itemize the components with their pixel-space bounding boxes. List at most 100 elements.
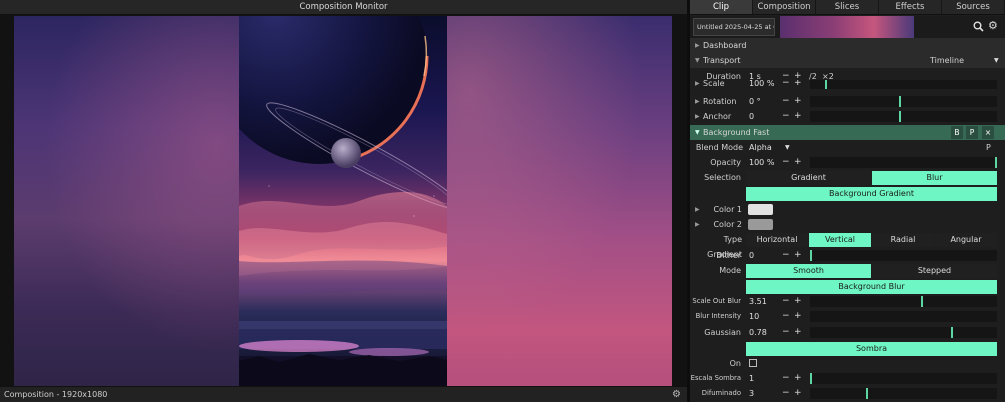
chevron-down-icon[interactable]: ▼ [785,140,790,155]
slider-thumb[interactable] [810,250,812,261]
clip-name-field[interactable]: Untitled 2025-04-25 at 01.3... [693,18,775,36]
escala-sombra-row: Escala Sombra 1 − + [690,371,1005,386]
section-background-fast[interactable]: ▼ Background Fast B P × [690,125,1005,140]
dither-slider[interactable] [810,250,997,261]
blend-param-button[interactable]: P [986,140,991,155]
anchor-value[interactable]: 0 [749,109,754,124]
slider-thumb[interactable] [951,327,953,338]
rotation-plus-button[interactable]: + [794,94,802,109]
tab-effects[interactable]: Effects [879,0,942,14]
dither-value[interactable]: 0 [749,248,754,263]
slider-thumb[interactable] [899,96,901,107]
scale-out-blur-plus-button[interactable]: + [794,294,802,309]
blur-intensity-value[interactable]: 10 [749,309,759,324]
difuminado-slider[interactable] [810,388,997,399]
difuminado-label: Difuminado [701,389,741,397]
difuminado-minus-button[interactable]: − [782,386,790,401]
search-icon[interactable] [973,21,984,32]
opacity-plus-button[interactable]: + [794,155,802,170]
monitor-footer: Composition - 1920x1080 ⚙ [0,386,687,402]
scale-out-blur-slider[interactable] [810,296,997,307]
escala-sombra-plus-button[interactable]: + [794,371,802,386]
sombra-header[interactable]: Sombra [746,342,997,356]
transport-mode-select[interactable]: Timeline [930,53,964,68]
composition-resolution: Composition - 1920x1080 [4,390,108,399]
dither-plus-button[interactable]: + [794,248,802,263]
background-gradient-header[interactable]: Background Gradient [746,187,997,201]
type-radial-option[interactable]: Radial [872,233,934,247]
blur-intensity-row: Blur Intensity 10 − + [690,309,1005,324]
dither-minus-button[interactable]: − [782,248,790,263]
gaussian-plus-button[interactable]: + [794,325,802,340]
tab-composition[interactable]: Composition [753,0,816,14]
difuminado-plus-button[interactable]: + [794,386,802,401]
selection-gradient-option[interactable]: Gradient [746,171,871,185]
anchor-slider[interactable] [810,111,997,122]
expand-icon[interactable]: ▶ [695,98,700,105]
mode-row: Mode Smooth Stepped [690,263,1005,278]
blend-mode-select[interactable]: Alpha [749,140,772,155]
escala-sombra-minus-button[interactable]: − [782,371,790,386]
selection-blur-option[interactable]: Blur [872,171,997,185]
slider-thumb[interactable] [825,80,827,89]
scale-plus-button[interactable]: + [794,80,802,90]
background-blur-header[interactable]: Background Blur [746,280,997,294]
expand-icon[interactable]: ▶ [695,113,700,120]
anchor-minus-button[interactable]: − [782,109,790,124]
slider-thumb[interactable] [995,157,997,168]
clip-thumbnail[interactable] [780,16,914,38]
type-vertical-option[interactable]: Vertical [809,233,871,247]
scale-slider[interactable] [810,80,997,89]
opacity-value[interactable]: 100 % [749,155,774,170]
on-checkbox[interactable] [749,359,757,367]
opacity-row: Opacity 100 % − + [690,155,1005,170]
section-dashboard[interactable]: ▶ Dashboard [690,38,1005,53]
bypass-button[interactable]: B [951,126,963,139]
rotation-value[interactable]: 0 ° [749,94,761,109]
remove-effect-button[interactable]: × [982,126,994,139]
gaussian-slider[interactable] [810,327,997,338]
gaussian-value[interactable]: 0.78 [749,325,767,340]
scale-minus-button[interactable]: − [782,80,790,90]
type-angular-option[interactable]: Angular [935,233,997,247]
scale-out-blur-minus-button[interactable]: − [782,294,790,309]
slider-thumb[interactable] [866,388,868,399]
slider-thumb[interactable] [921,296,923,307]
escala-sombra-slider[interactable] [810,373,997,384]
tab-slices[interactable]: Slices [816,0,879,14]
difuminado-value[interactable]: 3 [749,386,754,401]
mode-stepped-option[interactable]: Stepped [872,264,997,278]
tab-clip[interactable]: Clip [690,0,753,14]
scale-out-blur-value[interactable]: 3.51 [749,294,767,309]
composition-viewport[interactable] [14,16,672,386]
mode-smooth-option[interactable]: Smooth [746,264,871,278]
slider-thumb[interactable] [899,111,901,122]
scale-value[interactable]: 100 % [749,80,774,90]
anchor-plus-button[interactable]: + [794,109,802,124]
color1-row: ▶ Color 1 [690,202,1005,217]
opacity-slider[interactable] [810,157,997,168]
monitor-title: Composition Monitor [0,0,687,15]
rotation-label: Rotation [703,97,737,106]
parameter-button[interactable]: P [966,126,978,139]
blur-intensity-slider[interactable] [810,311,997,322]
space-artwork [239,16,447,386]
type-horizontal-option[interactable]: Horizontal [746,233,808,247]
section-transport[interactable]: ▼ Transport Timeline ▼ [690,53,1005,68]
tab-sources[interactable]: Sources [942,0,1005,14]
gaussian-minus-button[interactable]: − [782,325,790,340]
escala-sombra-value[interactable]: 1 [749,371,754,386]
gear-icon[interactable]: ⚙ [988,20,1000,32]
blur-intensity-minus-button[interactable]: − [782,309,790,324]
gear-icon[interactable]: ⚙ [672,389,683,400]
blend-mode-row: Blend Mode Alpha ▼ P [690,140,1005,155]
scale-out-blur-label: Scale Out Blur [692,297,741,305]
chevron-down-icon[interactable]: ▼ [994,53,999,68]
rotation-slider[interactable] [810,96,997,107]
rotation-minus-button[interactable]: − [782,94,790,109]
opacity-minus-button[interactable]: − [782,155,790,170]
color2-swatch[interactable] [748,219,773,230]
slider-thumb[interactable] [810,373,812,384]
color1-swatch[interactable] [748,204,773,215]
blur-intensity-plus-button[interactable]: + [794,309,802,324]
